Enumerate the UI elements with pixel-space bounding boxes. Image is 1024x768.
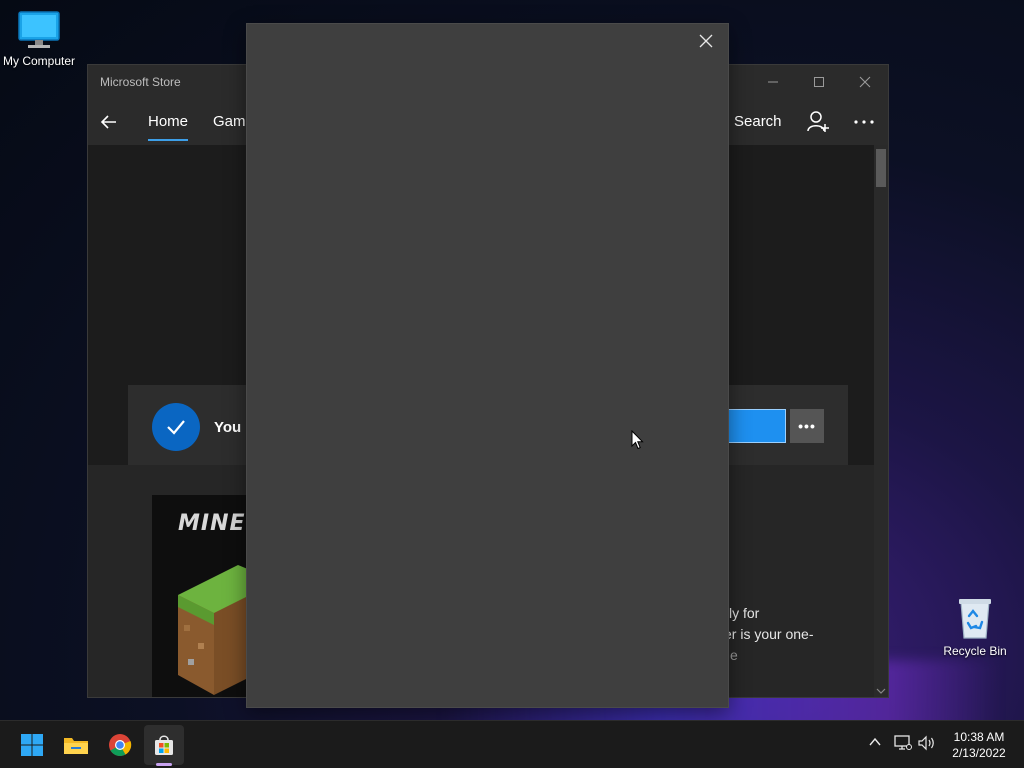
volume-icon bbox=[918, 735, 934, 751]
mouse-cursor-icon bbox=[631, 430, 644, 450]
window-title: Microsoft Store bbox=[100, 75, 181, 89]
chrome-button[interactable] bbox=[100, 725, 140, 765]
dialog-close-button[interactable] bbox=[693, 28, 719, 54]
grass-block-icon bbox=[178, 565, 248, 695]
modal-dialog bbox=[246, 23, 729, 708]
check-icon bbox=[152, 403, 200, 451]
microsoft-store-taskbar-button[interactable] bbox=[144, 725, 184, 765]
chevron-down-icon bbox=[876, 688, 886, 694]
back-arrow-icon bbox=[100, 115, 116, 129]
monitor-icon bbox=[18, 11, 60, 48]
game-logo-text: MINE bbox=[178, 511, 246, 536]
file-explorer-button[interactable] bbox=[56, 725, 96, 765]
close-icon bbox=[699, 34, 713, 48]
show-hidden-icons-button[interactable] bbox=[868, 735, 882, 754]
desktop-icon-recycle-bin[interactable]: Recycle Bin bbox=[931, 596, 1019, 658]
scrollbar[interactable] bbox=[874, 145, 888, 697]
primary-action-button[interactable] bbox=[728, 409, 786, 443]
close-icon bbox=[859, 76, 871, 88]
taskbar: 10:38 AM 2/13/2022 bbox=[0, 720, 1024, 768]
more-options-button[interactable] bbox=[852, 115, 876, 129]
account-add-icon bbox=[807, 111, 829, 132]
file-explorer-icon bbox=[64, 738, 88, 754]
tab-gaming[interactable]: Gami bbox=[213, 113, 249, 130]
minimize-icon bbox=[768, 81, 778, 83]
scroll-down-button[interactable] bbox=[876, 683, 886, 694]
close-button[interactable] bbox=[842, 65, 888, 99]
clock-date: 2/13/2022 bbox=[952, 746, 1006, 760]
network-icon bbox=[894, 735, 912, 750]
chevron-up-icon bbox=[869, 737, 881, 746]
maximize-icon bbox=[814, 77, 824, 87]
recycle-bin-icon bbox=[959, 599, 991, 639]
banner-more-button[interactable]: ••• bbox=[790, 409, 824, 443]
microsoft-store-icon bbox=[155, 735, 173, 755]
tab-home[interactable]: Home bbox=[148, 113, 188, 130]
game-cover-art[interactable]: MINE bbox=[152, 495, 248, 697]
desktop-icon-label: My Computer bbox=[2, 54, 76, 68]
back-button[interactable] bbox=[98, 111, 120, 133]
chrome-icon bbox=[109, 734, 132, 756]
start-icon bbox=[21, 734, 43, 756]
more-icon bbox=[854, 120, 874, 124]
volume-button[interactable] bbox=[918, 735, 936, 756]
tab-home-indicator bbox=[148, 139, 188, 141]
scrollbar-thumb[interactable] bbox=[876, 149, 886, 187]
desktop-icon-label: Recycle Bin bbox=[943, 644, 1007, 658]
maximize-button[interactable] bbox=[796, 65, 842, 99]
minimize-button[interactable] bbox=[750, 65, 796, 99]
search-button[interactable]: Search bbox=[734, 113, 782, 130]
clock-time: 10:38 AM bbox=[953, 730, 1005, 744]
account-button[interactable] bbox=[806, 110, 830, 134]
desktop-icon-my-computer[interactable]: My Computer bbox=[0, 10, 83, 68]
active-app-indicator bbox=[156, 763, 172, 766]
start-button[interactable] bbox=[12, 725, 52, 765]
network-button[interactable] bbox=[894, 735, 912, 756]
system-clock[interactable]: 10:38 AM 2/13/2022 bbox=[940, 729, 1018, 761]
